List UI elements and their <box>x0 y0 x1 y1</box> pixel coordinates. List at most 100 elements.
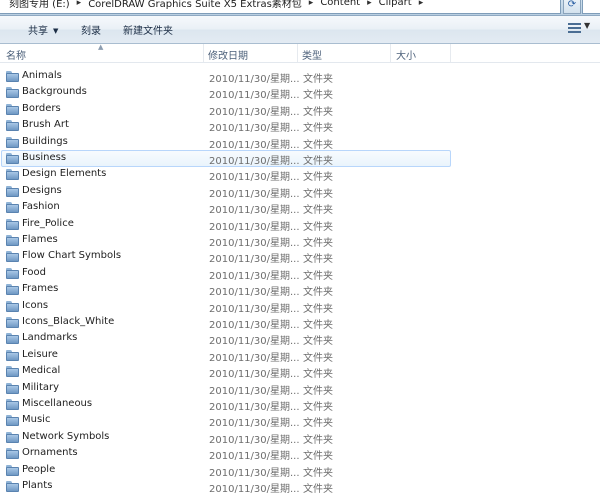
share-button[interactable]: 共享 ▼ <box>28 22 58 37</box>
file-date-modified: 2010/11/30/星期... <box>209 188 300 200</box>
view-options-icon[interactable] <box>568 23 581 34</box>
breadcrumb[interactable]: 刻图专用 (E:) ▸ CorelDRAW Graphics Suite X5 … <box>0 0 561 14</box>
file-name: Flames <box>22 234 58 245</box>
file-row[interactable]: Buildings 2010/11/30/星期... 文件夹 <box>1 134 451 151</box>
column-date-modified[interactable]: 修改日期 <box>208 47 248 62</box>
file-row[interactable]: Music 2010/11/30/星期... 文件夹 <box>1 412 451 429</box>
address-history-dropdown[interactable]: ▾ <box>548 0 558 4</box>
file-row[interactable]: Ornaments 2010/11/30/星期... 文件夹 <box>1 445 451 462</box>
column-divider[interactable] <box>297 44 298 62</box>
column-divider[interactable] <box>390 44 391 62</box>
burn-button[interactable]: 刻录 <box>81 22 101 37</box>
view-dropdown-chevron-icon[interactable]: ▼ <box>584 21 590 30</box>
file-date-modified: 2010/11/30/星期... <box>209 484 300 495</box>
file-type: 文件夹 <box>303 320 333 331</box>
file-name: Borders <box>22 102 61 114</box>
file-date-modified: 2010/11/30/星期... <box>209 320 300 331</box>
file-type: 文件夹 <box>303 287 333 299</box>
file-row[interactable]: Military 2010/11/30/星期... 文件夹 <box>1 380 451 397</box>
folder-icon <box>6 349 19 361</box>
folder-icon <box>6 153 19 164</box>
folder-icon <box>6 103 19 115</box>
file-row[interactable]: People 2010/11/30/星期... 文件夹 <box>1 462 451 479</box>
file-row[interactable]: Landmarks 2010/11/30/星期... 文件夹 <box>1 330 451 347</box>
file-type: 文件夹 <box>303 451 333 463</box>
file-row[interactable]: Animals 2010/11/30/星期... 文件夹 <box>1 68 451 85</box>
file-row[interactable]: Brush Art 2010/11/30/星期... 文件夹 <box>1 117 451 134</box>
file-name: Fire_Police <box>22 217 74 229</box>
column-header: ▲ 名称 修改日期 类型 大小 <box>0 43 600 63</box>
file-row[interactable]: Network Symbols 2010/11/30/星期... 文件夹 <box>1 429 451 446</box>
file-row[interactable]: Icons 2010/11/30/星期... 文件夹 <box>1 298 451 315</box>
file-row[interactable]: Flow Chart Symbols 2010/11/30/星期... 文件夹 <box>1 248 451 265</box>
file-row[interactable]: Plants 2010/11/30/星期... 文件夹 <box>1 478 451 495</box>
file-name: Animals <box>22 70 62 81</box>
file-type: 文件夹 <box>303 270 333 282</box>
file-date-modified: 2010/11/30/星期... <box>209 336 300 348</box>
file-row[interactable]: Fire_Police 2010/11/30/星期... 文件夹 <box>1 216 451 233</box>
file-type: 文件夹 <box>303 139 333 151</box>
file-type: 文件夹 <box>303 188 333 200</box>
column-divider[interactable] <box>450 44 451 62</box>
file-date-modified: 2010/11/30/星期... <box>209 303 300 315</box>
file-row[interactable]: Backgrounds 2010/11/30/星期... 文件夹 <box>1 84 451 101</box>
file-row[interactable]: Medical 2010/11/30/星期... 文件夹 <box>1 363 451 380</box>
breadcrumb-item-clipart[interactable]: Clipart <box>376 0 415 8</box>
folder-icon <box>6 382 19 394</box>
file-date-modified: 2010/11/30/星期... <box>209 418 300 430</box>
column-type[interactable]: 类型 <box>302 47 322 62</box>
file-row[interactable]: Leisure 2010/11/30/星期... 文件夹 <box>1 347 451 364</box>
file-row[interactable]: Design Elements 2010/11/30/星期... 文件夹 <box>1 166 451 183</box>
file-type: 文件夹 <box>303 156 333 167</box>
file-row[interactable]: Frames 2010/11/30/星期... 文件夹 <box>1 281 451 298</box>
chevron-right-icon[interactable]: ▸ <box>363 0 376 8</box>
file-type: 文件夹 <box>303 385 333 397</box>
refresh-icon[interactable]: ⟳ <box>563 0 581 14</box>
file-date-modified: 2010/11/30/星期... <box>209 352 300 364</box>
file-name: Flow Chart Symbols <box>22 250 122 262</box>
address-bar: 刻图专用 (E:) ▸ CorelDRAW Graphics Suite X5 … <box>0 0 600 16</box>
file-date-modified: 2010/11/30/星期... <box>209 74 300 85</box>
file-row[interactable]: Flames 2010/11/30/星期... 文件夹 <box>1 232 451 249</box>
file-date-modified: 2010/11/30/星期... <box>209 369 300 381</box>
file-row[interactable]: Icons_Black_White 2010/11/30/星期... 文件夹 <box>1 314 451 331</box>
file-type: 文件夹 <box>303 90 333 102</box>
folder-icon <box>6 169 19 181</box>
file-date-modified: 2010/11/30/星期... <box>209 270 300 282</box>
chevron-right-icon[interactable]: ▸ <box>415 0 428 8</box>
file-type: 文件夹 <box>303 221 333 233</box>
file-date-modified: 2010/11/30/星期... <box>209 402 300 413</box>
file-date-modified: 2010/11/30/星期... <box>209 172 300 184</box>
breadcrumb-item-drive[interactable]: 刻图专用 (E:) <box>6 0 73 10</box>
new-folder-button[interactable]: 新建文件夹 <box>123 22 173 37</box>
file-date-modified: 2010/11/30/星期... <box>209 238 300 249</box>
file-name: Icons_Black_White <box>22 316 115 327</box>
folder-icon <box>6 185 19 197</box>
folder-icon <box>6 481 19 492</box>
file-row[interactable]: Miscellaneous 2010/11/30/星期... 文件夹 <box>1 396 451 413</box>
file-row[interactable]: Food 2010/11/30/星期... 文件夹 <box>1 265 451 282</box>
file-type: 文件夹 <box>303 254 333 266</box>
file-row[interactable]: Borders 2010/11/30/星期... 文件夹 <box>1 101 451 118</box>
file-date-modified: 2010/11/30/星期... <box>209 123 300 135</box>
column-divider[interactable] <box>203 44 204 62</box>
breadcrumb-item-suite[interactable]: CorelDRAW Graphics Suite X5 Extras素材包 <box>85 0 305 10</box>
file-date-modified: 2010/11/30/星期... <box>209 467 300 479</box>
file-name: Backgrounds <box>22 86 87 98</box>
search-input[interactable] <box>582 0 600 14</box>
column-name[interactable]: 名称 <box>6 47 26 62</box>
chevron-down-icon: ▼ <box>53 27 59 35</box>
file-name: Medical <box>22 365 61 377</box>
breadcrumb-item-content[interactable]: Content <box>317 0 363 8</box>
chevron-right-icon[interactable]: ▸ <box>305 0 318 8</box>
file-row[interactable]: Designs 2010/11/30/星期... 文件夹 <box>1 183 451 200</box>
file-row[interactable]: Fashion 2010/11/30/星期... 文件夹 <box>1 199 451 216</box>
chevron-right-icon[interactable]: ▸ <box>73 0 86 8</box>
file-row[interactable]: Business 2010/11/30/星期... 文件夹 <box>1 150 451 167</box>
folder-icon <box>6 120 19 132</box>
column-size[interactable]: 大小 <box>396 47 416 62</box>
file-name: Food <box>22 266 46 278</box>
folder-icon <box>6 431 19 443</box>
file-type: 文件夹 <box>303 336 333 348</box>
file-type: 文件夹 <box>303 123 333 135</box>
